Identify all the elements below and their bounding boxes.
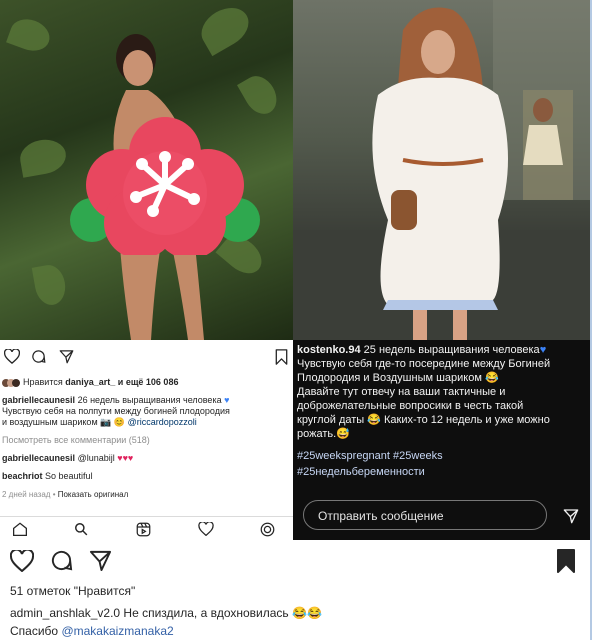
right-caption-text-6: круглой даты	[297, 414, 365, 426]
heart-icon[interactable]	[10, 550, 34, 572]
right-caption-text-8: рожать.	[297, 428, 337, 440]
comment-user[interactable]: gabriellecaunesil	[2, 453, 75, 463]
left-photo	[0, 0, 293, 340]
hashtag-line-2[interactable]: #25недельбеременности	[297, 466, 425, 479]
right-post-details: kostenko.94 25 недель выращивания челове…	[293, 340, 592, 540]
right-caption-line-2: Чувствую себя где-то посередине между Бо…	[297, 358, 551, 370]
comment-hearts: ♥♥♥	[117, 453, 134, 463]
search-icon[interactable]	[74, 522, 88, 536]
blue-heart-icon: ♥	[224, 395, 230, 405]
comment-text: @lunabijl	[77, 453, 115, 463]
caption-text-3: и воздушным шариком	[2, 417, 98, 427]
bottom-caption-text: Не спиздила, а вдохновилась	[123, 606, 289, 620]
camera-emoji-icon: 📷	[100, 417, 112, 427]
show-original-link[interactable]: Показать оригинал	[58, 490, 129, 499]
pregnant-woman-photo	[293, 0, 592, 340]
hashtag[interactable]: #25weekspregnant	[297, 450, 390, 462]
likes-rest[interactable]: и ещё 106 086	[118, 377, 179, 387]
comment-icon[interactable]	[31, 349, 46, 364]
left-post-details: Нравится daniya_art_ и ещё 106 086 gabri…	[0, 340, 293, 516]
post-meta: 2 дней назад • Показать оригинал	[2, 490, 129, 499]
reels-icon[interactable]	[136, 522, 151, 537]
comment-user[interactable]: beachriot	[2, 471, 43, 481]
heart-icon[interactable]	[198, 522, 214, 536]
laughing-emoji-icon: 😂	[367, 414, 381, 426]
bottom-caption-user[interactable]: admin_anshlak_v2.0	[10, 606, 120, 620]
right-caption-line-5: доброжелательные вопросики в честь такой	[297, 400, 524, 412]
right-caption-line-8: рожать.😅	[297, 428, 350, 441]
comment-row: gabriellecaunesil @lunabijl ♥♥♥	[2, 453, 133, 464]
likes-count[interactable]: 51 отметок "Нравится"	[10, 584, 135, 598]
time-ago: 2 дней назад	[2, 490, 51, 499]
bookmark-icon[interactable]	[556, 549, 576, 573]
caption-line-2: Чувствую себя на полпути между богиней п…	[2, 406, 230, 416]
right-photo	[293, 0, 592, 340]
view-all-comments[interactable]: Посмотреть все комментарии (518)	[2, 435, 150, 446]
caption-user[interactable]: gabriellecaunesil	[2, 395, 75, 405]
right-caption-text-3: Плодородия и Воздушным шариком	[297, 372, 482, 384]
right-caption-text-1: 25 недель выращивания человека	[363, 344, 540, 356]
right-caption-line-1: kostenko.94 25 недель выращивания челове…	[297, 344, 546, 357]
left-bottom-nav	[0, 516, 293, 540]
bottom-post-section: 51 отметок "Нравится" admin_anshlak_v2.0…	[0, 540, 592, 640]
likes-label: Нравится	[23, 377, 63, 387]
send-message-input[interactable]: Отправить сообщение	[303, 500, 547, 530]
liked-by-user[interactable]: daniya_art_	[65, 377, 115, 387]
left-action-bar	[0, 340, 293, 372]
comment-row: beachriot So beautiful	[2, 471, 93, 482]
hashtag-line-1: #25weekspregnant #25weeks	[297, 450, 443, 463]
right-caption-line-4: Давайте тут отвечу на ваши тактичные и	[297, 386, 506, 398]
bottom-comment: Спасибо @makakaizmanaka2	[10, 624, 174, 638]
caption-line-3: и воздушным шариком 📷 😊 @riccardopozzoli	[2, 417, 197, 428]
sweat-smile-emoji-icon: 😅	[336, 428, 350, 440]
likes-line: Нравится daniya_art_ и ещё 106 086	[2, 377, 178, 388]
laughing-emoji-icon: 😂	[485, 372, 499, 384]
right-caption-text-7: Каких-то 12 недель и уже можно	[384, 414, 550, 426]
censor-flower-icon	[70, 117, 260, 255]
bottom-caption: admin_anshlak_v2.0 Не спиздила, а вдохно…	[10, 606, 322, 620]
right-caption-line-3: Плодородия и Воздушным шариком 😂	[297, 372, 499, 385]
caption-line-1: gabriellecaunesil 26 недель выращивания …	[2, 395, 229, 406]
laughing-emoji-icon: 😂😂	[292, 606, 322, 620]
send-icon[interactable]	[59, 349, 74, 364]
caption-mention[interactable]: @riccardopozzoli	[128, 417, 197, 427]
profile-icon[interactable]	[260, 522, 275, 537]
bookmark-icon[interactable]	[275, 349, 288, 365]
send-icon[interactable]	[563, 508, 579, 524]
post-image-collage: Нравится daniya_art_ и ещё 106 086 gabri…	[0, 0, 592, 540]
heart-icon[interactable]	[4, 349, 20, 364]
comment-text: So beautiful	[45, 471, 93, 481]
send-icon[interactable]	[89, 549, 112, 572]
bottom-comment-text: Спасибо	[10, 624, 59, 638]
blue-heart-icon: ♥	[539, 344, 547, 356]
hashtag[interactable]: #25weeks	[393, 450, 443, 462]
comment-icon[interactable]	[50, 549, 73, 572]
right-caption-line-6: круглой даты 😂 Каких-то 12 недель и уже …	[297, 414, 550, 427]
home-icon[interactable]	[12, 522, 28, 536]
bottom-comment-mention[interactable]: @makakaizmanaka2	[61, 624, 173, 638]
caption-text-1: 26 недель выращивания человека	[77, 395, 222, 405]
right-caption-user[interactable]: kostenko.94	[297, 344, 361, 356]
smile-emoji-icon: 😊	[113, 417, 126, 427]
